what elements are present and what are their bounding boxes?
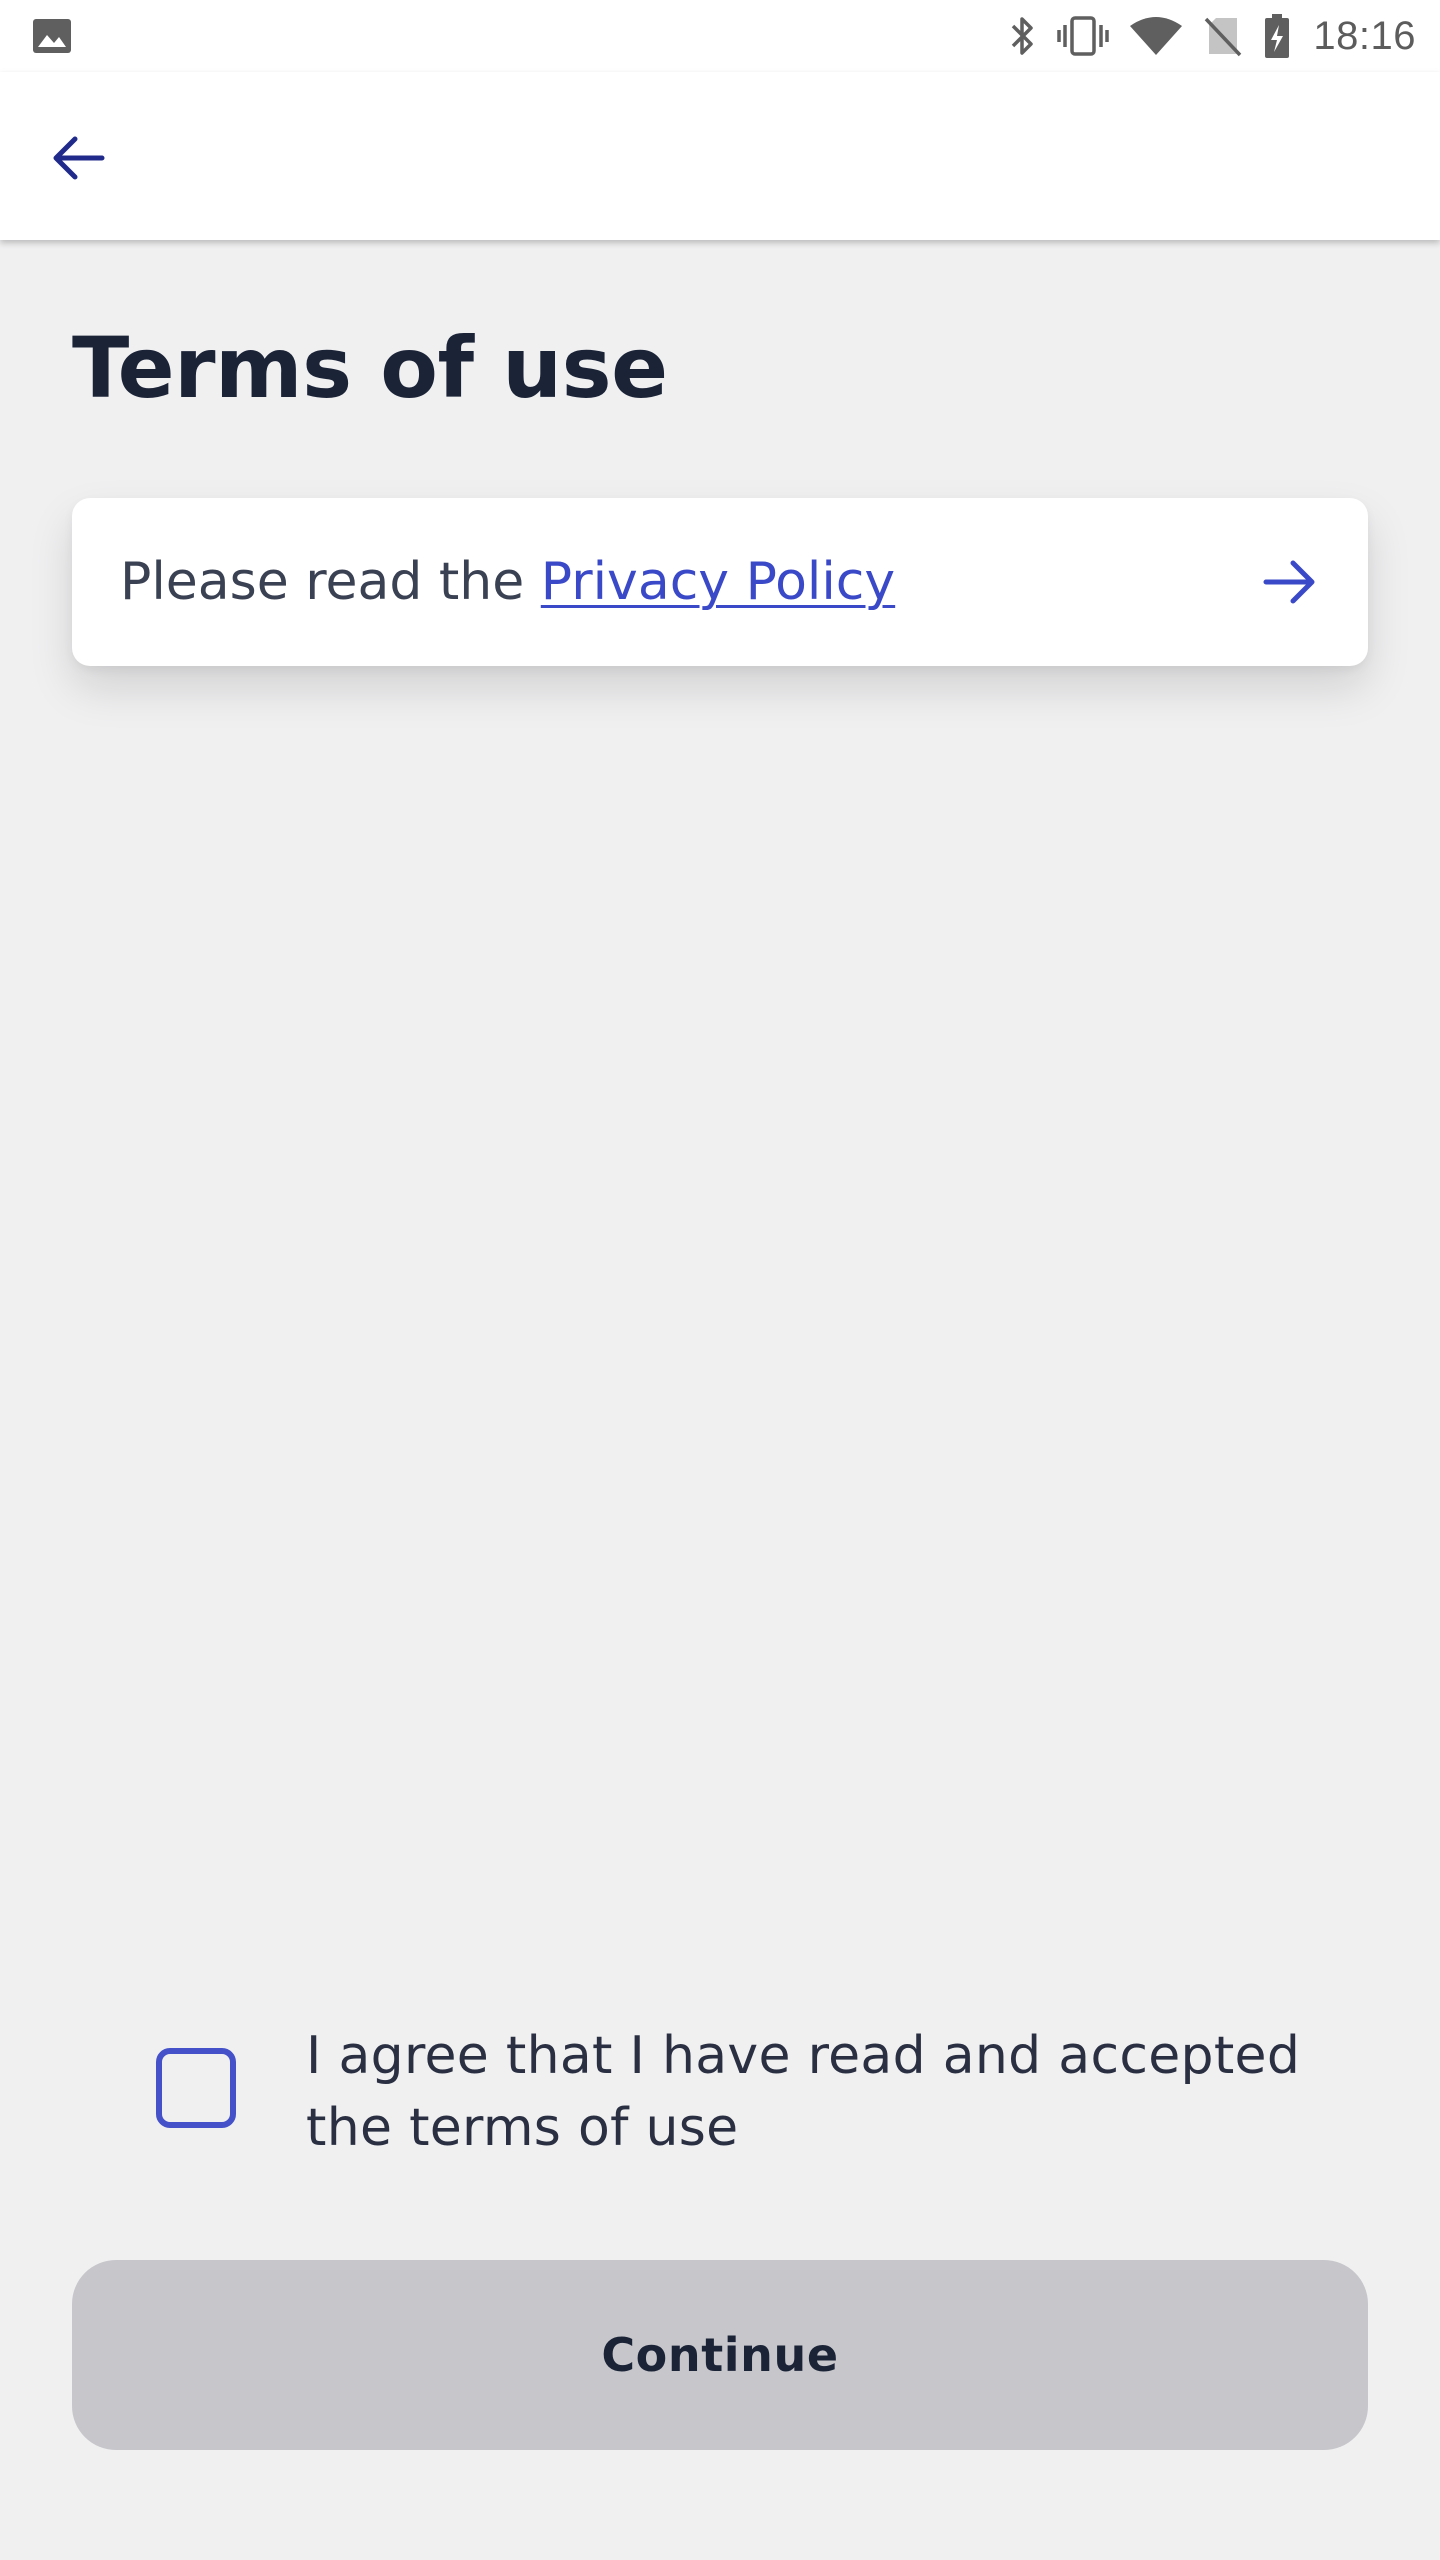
battery-charging-icon <box>1263 14 1291 58</box>
page-title: Terms of use <box>72 319 668 417</box>
privacy-policy-card[interactable]: Please read the Privacy Policy <box>72 498 1368 666</box>
continue-button[interactable]: Continue <box>72 2260 1368 2450</box>
privacy-text: Please read the Privacy Policy <box>120 550 895 614</box>
wifi-icon <box>1129 14 1183 58</box>
no-sim-icon <box>1203 14 1243 58</box>
arrow-right-icon <box>1263 560 1315 604</box>
terms-agreement-row: I agree that I have read and accepted th… <box>150 2020 1310 2180</box>
status-icons: 18:16 <box>989 10 1416 62</box>
terms-agreement-label: I agree that I have read and accepted th… <box>306 2026 1301 2158</box>
bluetooth-icon <box>1009 14 1037 58</box>
back-button[interactable] <box>36 116 120 200</box>
status-time: 18:16 <box>1313 13 1416 58</box>
vibrate-icon <box>1057 14 1110 58</box>
image-icon <box>33 19 71 53</box>
terms-checkbox[interactable] <box>156 2048 236 2128</box>
privacy-policy-link[interactable]: Privacy Policy <box>541 552 895 612</box>
app-bar <box>0 72 1440 240</box>
arrow-left-icon <box>53 136 105 180</box>
status-bar: 18:16 <box>0 0 1440 72</box>
privacy-prefix: Please read the <box>120 552 541 612</box>
